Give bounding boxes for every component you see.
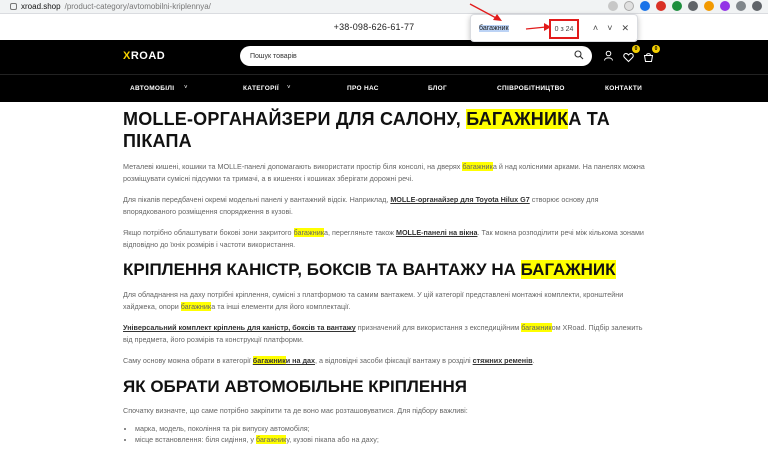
cart-count-badge: 0: [652, 45, 660, 53]
link-roof-racks[interactable]: багажники на дах: [252, 356, 315, 365]
extension-icon-3[interactable]: [640, 1, 650, 11]
search-input[interactable]: Пошук товарів: [240, 46, 592, 66]
paragraph-5: Універсальний комплект кріплень для кані…: [123, 323, 643, 344]
extensions-puzzle-icon[interactable]: [736, 1, 746, 11]
extension-icon-2[interactable]: [624, 1, 634, 11]
search-icon[interactable]: [574, 50, 584, 60]
nav-item-blog[interactable]: БЛОГ: [428, 85, 447, 92]
find-previous-button[interactable]: ˄: [593, 23, 598, 34]
list-item: місце встановлення: біля сидіння, у бага…: [135, 434, 651, 445]
paragraph-1: Металеві кишені, кошики та MOLLE-панелі …: [123, 162, 645, 183]
cart-icon: [643, 53, 654, 62]
url-host: xroad.shop: [21, 2, 61, 11]
link-universal-kit[interactable]: Універсальний комплект кріплень для кані…: [123, 323, 356, 332]
browser-address-bar[interactable]: xroad.shop/product-category/avtomobilni-…: [0, 0, 768, 14]
search-highlight: багажник: [521, 323, 552, 332]
extension-icon-7[interactable]: [704, 1, 714, 11]
find-input[interactable]: багажник: [479, 24, 543, 32]
chevron-down-icon[interactable]: ˅: [184, 85, 188, 91]
nav-item-contacts[interactable]: КОНТАКТИ: [605, 85, 642, 92]
user-account-icon[interactable]: [603, 50, 614, 61]
heart-icon: [623, 52, 634, 63]
search-highlight: багажник: [180, 302, 212, 311]
paragraph-3: Якщо потрібно облаштувати бокові зони за…: [123, 228, 644, 249]
search-placeholder: Пошук товарів: [250, 52, 297, 60]
profile-avatar-icon[interactable]: [752, 1, 762, 11]
search-highlight: багажник: [462, 162, 493, 171]
extension-icon-4[interactable]: [656, 1, 666, 11]
nav-item-about[interactable]: ПРО НАС: [347, 85, 379, 92]
criteria-list: марка, модель, покоління та рік випуску …: [123, 423, 651, 445]
search-highlight: багажник: [252, 356, 286, 365]
url-display[interactable]: xroad.shop/product-category/avtomobilni-…: [10, 2, 211, 11]
extension-icon-1[interactable]: [608, 1, 618, 11]
paragraph-7: Спочатку визначте, що саме потрібно закр…: [123, 406, 468, 415]
paragraph-2: Для пікапів передбачені окремі модельні …: [123, 195, 599, 216]
extension-icon-6[interactable]: [688, 1, 698, 11]
section-heading-choose: ЯК ОБРАТИ АВТОМОБІЛЬНЕ КРІПЛЕННЯ: [123, 377, 467, 396]
wishlist-count-badge: 0: [632, 45, 640, 53]
category-description: MOLLE-ОРГАНАЙЗЕРИ ДЛЯ САЛОНУ, БАГАЖНИКА …: [123, 108, 651, 445]
link-molle-hilux[interactable]: MOLLE-органайзер для Toyota Hilux G7: [390, 195, 529, 204]
find-next-button[interactable]: ˅: [607, 23, 612, 34]
paragraph-6: Саму основу можна обрати в категорії баг…: [123, 356, 535, 365]
page-title: MOLLE-ОРГАНАЙЗЕРИ ДЛЯ САЛОНУ, БАГАЖНИКА …: [123, 109, 610, 151]
site-logo[interactable]: XROAD: [123, 50, 165, 62]
chevron-down-icon[interactable]: ˅: [287, 85, 291, 91]
nav-item-cars[interactable]: АВТОМОБІЛІ: [130, 85, 174, 92]
phone-number[interactable]: +38-098-626-61-77: [334, 22, 415, 32]
search-highlight: БАГАЖНИК: [466, 109, 569, 129]
logo-accent: X: [123, 50, 131, 62]
nav-item-cooperation[interactable]: СПІВРОБІТНИЦТВО: [497, 85, 565, 92]
contact-strip: +38-098-626-61-77: [0, 14, 768, 40]
extension-icon-8[interactable]: [720, 1, 730, 11]
search-highlight: БАГАЖНИК: [520, 260, 616, 279]
find-in-page-bar: багажник 0 з 24 ˄ ˅ ✕: [470, 14, 638, 42]
find-close-button[interactable]: ✕: [621, 23, 629, 34]
cart-button[interactable]: 0: [643, 45, 660, 62]
section-heading-mounts: КРІПЛЕННЯ КАНІСТР, БОКСІВ ТА ВАНТАЖУ НА …: [123, 260, 616, 279]
search-highlight: багажник: [255, 435, 287, 444]
extension-icon-5[interactable]: [672, 1, 682, 11]
find-query-text: багажник: [479, 24, 509, 32]
main-navigation: АВТОМОБІЛІ ˅ КАТЕГОРІЇ ˅ ПРО НАС БЛОГ СП…: [0, 74, 768, 102]
find-match-count: 0 з 24: [549, 19, 579, 39]
url-path: /product-category/avtomobilni-kriplennya…: [64, 2, 211, 11]
paragraph-4: Для обладнання на даху потрібні кріпленн…: [123, 290, 624, 311]
link-straps[interactable]: стяжних ременів: [473, 356, 533, 365]
site-header: XROAD Пошук товарів 0 0: [0, 40, 768, 74]
list-item: марка, модель, покоління та рік випуску …: [135, 423, 651, 434]
link-molle-windows[interactable]: MOLLE-панелі на вікна: [396, 228, 477, 237]
logo-text: ROAD: [130, 50, 166, 62]
browser-toolbar-icons: [608, 1, 762, 11]
site-info-icon[interactable]: [10, 3, 17, 10]
search-highlight: багажник: [293, 228, 325, 237]
wishlist-button[interactable]: 0: [623, 45, 640, 63]
nav-item-categories[interactable]: КАТЕГОРІЇ: [243, 85, 279, 92]
